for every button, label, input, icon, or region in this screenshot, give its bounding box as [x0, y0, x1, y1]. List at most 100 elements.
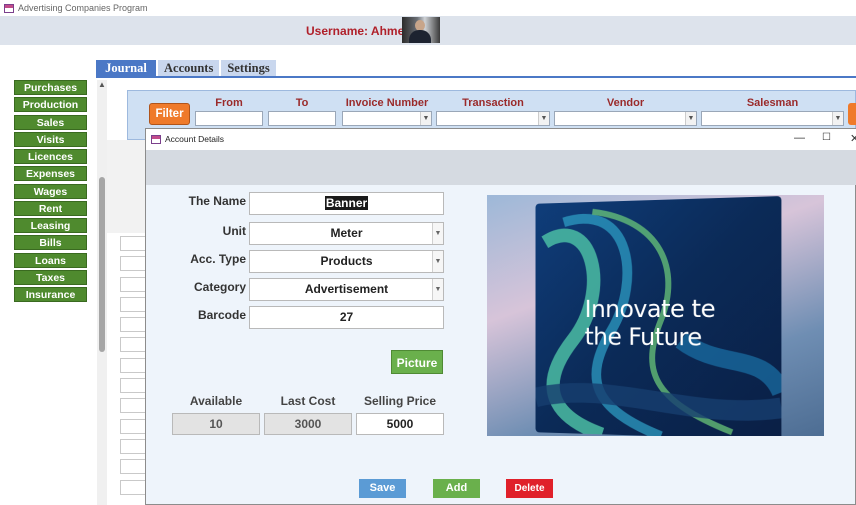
filter-label-vendor: Vendor: [606, 97, 645, 109]
nav-item-rent[interactable]: Rent: [14, 200, 87, 216]
list-item[interactable]: [120, 296, 146, 312]
acc-type-select[interactable]: Products ▼: [249, 250, 444, 273]
nav-item-visits[interactable]: Visits: [14, 131, 87, 147]
list-item[interactable]: [120, 438, 146, 454]
tab-settings[interactable]: Settings: [221, 60, 276, 77]
scrollbar-thumb[interactable]: [99, 177, 105, 352]
filter-invoice-number-select[interactable]: ▼: [342, 111, 432, 126]
unit-label: Unit: [222, 224, 246, 238]
chevron-down-icon[interactable]: ▼: [685, 112, 696, 125]
chevron-down-icon[interactable]: ▼: [538, 112, 549, 125]
last-cost-field: 3000: [264, 413, 352, 435]
list-item[interactable]: [120, 337, 146, 353]
nav-item-sales[interactable]: Sales: [14, 114, 87, 130]
filter-vendor-select[interactable]: ▼: [554, 111, 697, 126]
tab-strip: Journal Accounts Settings: [96, 60, 278, 77]
username-label: Username: Ahmed: [306, 24, 412, 38]
window-title: Advertising Companies Program: [18, 3, 148, 13]
minimize-icon[interactable]: —: [794, 132, 805, 144]
filter-button[interactable]: Filter: [149, 103, 190, 125]
dialog-header-band: [146, 150, 856, 185]
product-image: Innovate te the Future: [487, 195, 824, 436]
chevron-down-icon[interactable]: ▼: [432, 279, 443, 300]
category-label: Category: [193, 280, 246, 294]
nav-item-bills[interactable]: Bills: [14, 235, 87, 251]
vertical-scrollbar[interactable]: ▲: [97, 80, 107, 505]
filter-from-input[interactable]: [195, 111, 263, 126]
close-icon[interactable]: ✕: [850, 132, 856, 145]
nav-item-production[interactable]: Production: [14, 97, 87, 113]
selling-price-field[interactable]: 5000: [356, 413, 444, 435]
list-item[interactable]: [120, 418, 146, 434]
filter-label-invoice-number: Invoice Number: [345, 97, 429, 109]
banner-text-line1: Innovate te: [584, 294, 716, 324]
chevron-down-icon[interactable]: ▼: [420, 112, 431, 125]
scroll-up-arrow-icon[interactable]: ▲: [98, 80, 106, 89]
delete-button[interactable]: Delete: [506, 479, 553, 498]
tab-journal[interactable]: Journal: [96, 60, 156, 77]
filter-transaction-select[interactable]: ▼: [436, 111, 550, 126]
nav-item-expenses[interactable]: Expenses: [14, 166, 87, 182]
maximize-icon[interactable]: ☐: [822, 132, 831, 143]
filter-label-salesman: Salesman: [746, 97, 799, 109]
available-field: 10: [172, 413, 260, 435]
filter-to-input[interactable]: [268, 111, 336, 126]
filter-salesman-select[interactable]: ▼: [701, 111, 844, 126]
selling-price-label: Selling Price: [363, 394, 437, 408]
dialog-title: Account Details: [165, 134, 225, 144]
app-icon: [4, 3, 14, 13]
list-item[interactable]: [120, 378, 146, 394]
nav-item-wages[interactable]: Wages: [14, 183, 87, 199]
name-field[interactable]: Banner: [249, 192, 444, 215]
unit-value: Meter: [330, 226, 363, 240]
nav-item-leasing[interactable]: Leasing: [14, 218, 87, 233]
dialog-app-icon: [151, 135, 161, 144]
picture-button[interactable]: Picture: [391, 350, 443, 374]
clipped-orange-button[interactable]: [848, 103, 856, 125]
available-label: Available: [189, 394, 243, 408]
chevron-down-icon[interactable]: ▼: [432, 223, 443, 244]
nav-item-insurance[interactable]: Insurance: [14, 287, 87, 302]
category-value: Advertisement: [304, 282, 389, 296]
name-label: The Name: [188, 194, 246, 208]
list-item[interactable]: [120, 276, 146, 292]
list-item[interactable]: [120, 459, 146, 475]
avatar: [402, 17, 440, 43]
list-item[interactable]: [120, 398, 146, 414]
unit-select[interactable]: Meter ▼: [249, 222, 444, 245]
filter-label-from: From: [215, 97, 243, 109]
list-item[interactable]: [120, 357, 146, 373]
journal-row-list: [120, 236, 146, 500]
chevron-down-icon[interactable]: ▼: [432, 251, 443, 272]
nav-item-taxes[interactable]: Taxes: [14, 269, 87, 285]
list-item[interactable]: [120, 317, 146, 333]
barcode-label: Barcode: [197, 308, 246, 322]
account-details-dialog: Account Details — ☐ ✕ The Name Banner Un…: [145, 128, 856, 505]
nav-item-purchases[interactable]: Purchases: [14, 80, 87, 95]
banner-text: Innovate te the Future: [585, 294, 787, 352]
window-titlebar: Advertising Companies Program: [0, 0, 856, 16]
chevron-down-icon[interactable]: ▼: [832, 112, 843, 125]
panel-grey-area: [107, 140, 146, 233]
acc-type-label: Acc. Type: [190, 252, 246, 266]
banner-graphic: Innovate te the Future: [535, 196, 782, 436]
list-item[interactable]: [120, 236, 146, 251]
add-button[interactable]: Add: [433, 479, 480, 498]
list-item[interactable]: [120, 479, 146, 495]
list-item[interactable]: [120, 256, 146, 272]
save-button[interactable]: Save: [359, 479, 406, 498]
barcode-value: 27: [339, 310, 354, 324]
dialog-titlebar: Account Details — ☐ ✕: [146, 129, 856, 150]
filter-label-to: To: [295, 97, 309, 109]
nav-item-loans[interactable]: Loans: [14, 252, 87, 268]
banner-text-line2: the Future: [584, 322, 702, 352]
acc-type-value: Products: [320, 254, 373, 268]
tab-accounts[interactable]: Accounts: [158, 60, 220, 77]
nav-item-licences[interactable]: Licences: [14, 149, 87, 164]
barcode-field[interactable]: 27: [249, 306, 444, 329]
name-value: Banner: [324, 196, 369, 210]
category-select[interactable]: Advertisement ▼: [249, 278, 444, 301]
left-nav: Purchases Production Sales Visits Licenc…: [14, 80, 87, 304]
last-cost-label: Last Cost: [280, 394, 336, 408]
filter-label-transaction: Transaction: [462, 97, 524, 109]
